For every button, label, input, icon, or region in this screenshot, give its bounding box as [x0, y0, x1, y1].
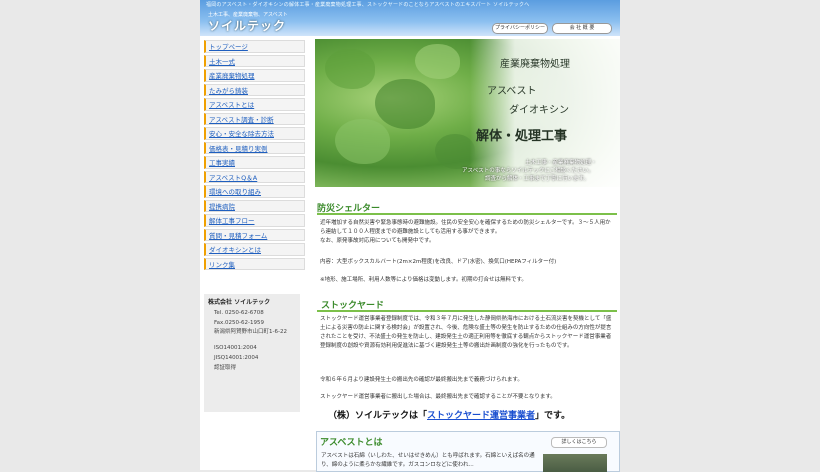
- registration-suffix: 」です。: [535, 411, 571, 421]
- sidebar-item-top[interactable]: トップページ: [204, 40, 305, 53]
- company-name: 株式会社 ソイルテック: [208, 299, 271, 306]
- site-tagline: 福岡のアスベスト・ダイオキシンの解体工事・産業廃棄物処理工事、ストックヤードのこ…: [206, 2, 530, 8]
- asbestos-image: [543, 454, 607, 472]
- hero-headline: 解体・処理工事: [476, 129, 568, 144]
- sidebar-item-qa[interactable]: アスベストQ＆A: [204, 170, 305, 183]
- sidebar-item-industrial-waste[interactable]: 産業廃棄物処理: [204, 69, 305, 82]
- hero-line-waste: 産業廃棄物処理: [500, 59, 570, 70]
- hero-sub-2: アスベストの事ならソイルテックにご相談ください。: [462, 168, 594, 174]
- asbestos-more-button[interactable]: 詳しくはこちら: [551, 437, 607, 448]
- sidebar-item-hospital[interactable]: 提携病院: [204, 199, 305, 212]
- stockyard-operator-link[interactable]: ストックヤード運営事業者: [427, 411, 535, 421]
- company-iso2: JISQ14001:2004: [214, 355, 259, 361]
- company-address: 新潟県阿賀野市山口町1-6-22: [214, 329, 287, 335]
- stockyard-registration: （株）ソイルテックは「ストックヤード運営事業者」です。: [328, 408, 570, 421]
- hero-line-dioxin: ダイオキシン: [509, 105, 569, 116]
- site-logo[interactable]: ソイルテック: [208, 17, 286, 34]
- sidebar-item-results[interactable]: 工事実績: [204, 156, 305, 169]
- sidebar-item-civil[interactable]: 土木一式: [204, 54, 305, 67]
- sidebar-item-inquiry-form[interactable]: 質問・見積フォーム: [204, 228, 305, 241]
- stockyard-text-3: ストックヤード運営事業者に搬出した場合は、最終搬出先まで確認することが不要となり…: [320, 394, 556, 400]
- stockyard-title: ストックヤード: [317, 298, 617, 312]
- hero-sub-3: 調査から解体・工事まで丁寧に行います。: [485, 176, 589, 182]
- sidebar-item-price[interactable]: 価格表・見積り実例: [204, 141, 305, 154]
- sidebar-item-environment[interactable]: 環境への取り組み: [204, 185, 305, 198]
- shelter-text-2: なお、原発事故対応用についても開発中です。: [320, 238, 435, 244]
- company-iso1: ISO14001:2004: [214, 345, 257, 351]
- shelter-text-3: 内容：大型ボックスカルバート(2m×2m程度)を改良、ドア(水密)、換気口(HE…: [320, 259, 557, 265]
- asbestos-section: アスベストとは 詳しくはこちら アスベストは石綿（いしわた、せいはせきめん）とも…: [316, 431, 620, 472]
- sidebar-nav: トップページ 土木一式 産業廃棄物処理 たみがら鋳装 アスベストとは アスベスト…: [204, 40, 305, 272]
- stockyard-text-1: ストックヤード運営事業者登録制度では、令和３年７月に発生した静岡県熱海市における…: [320, 316, 612, 349]
- shelter-text-4: ※地形、施工場所、利用人数等により価格は変動します。初期の打合せは無料です。: [320, 277, 527, 283]
- stockyard-text-2: 令和６年６月より建設発生土の搬出先の確認が最終搬出先まで義務づけられます。: [320, 377, 523, 383]
- hero-sub-1: 土木工事・産業廃棄物処理・: [525, 160, 597, 166]
- sidebar-item-about-asbestos[interactable]: アスベストとは: [204, 98, 305, 111]
- sidebar-item-removal-method[interactable]: 安心・安全な除去方法: [204, 127, 305, 140]
- shelter-text-1: 近年増加する自然災害や緊急事態時の避難施設。住民の安全安心を確保するための防災シ…: [320, 220, 611, 235]
- registration-prefix: （株）ソイルテックは「: [328, 411, 428, 421]
- sidebar-item-paving[interactable]: たみがら鋳装: [204, 83, 305, 96]
- hero-line-asbestos: アスベスト: [487, 86, 537, 97]
- company-cert: 認証取得: [214, 365, 237, 371]
- privacy-policy-button[interactable]: プライバシーポリシー: [492, 23, 548, 34]
- company-tel: Tel. 0250-62-6708: [214, 310, 264, 316]
- shelter-title: 防災シェルター: [317, 201, 617, 215]
- page: 福岡のアスベスト・ダイオキシンの解体工事・産業廃棄物処理工事、ストックヤードのこ…: [200, 0, 620, 472]
- asbestos-title: アスベストとは: [320, 438, 383, 448]
- site-header: 福岡のアスベスト・ダイオキシンの解体工事・産業廃棄物処理工事、ストックヤードのこ…: [200, 0, 620, 36]
- sidebar-item-about-dioxin[interactable]: ダイオキシンとは: [204, 243, 305, 256]
- company-info: 株式会社 ソイルテック Tel. 0250-62-6708 Fax.0250-6…: [204, 294, 300, 412]
- sidebar-item-links[interactable]: リンク集: [204, 257, 305, 270]
- hero-banner: 産業廃棄物処理 アスベスト ダイオキシン 解体・処理工事 土木工事・産業廃棄物処…: [315, 39, 620, 187]
- sidebar-item-demolition-flow[interactable]: 解体工事フロー: [204, 214, 305, 227]
- company-fax: Fax.0250-62-1959: [214, 320, 264, 326]
- asbestos-text: アスベストは石綿（いしわた、せいはせきめん）とも呼ばれます。石綿といえば名の通り…: [321, 453, 535, 468]
- sidebar-item-asbestos-survey[interactable]: アスベスト調査・診断: [204, 112, 305, 125]
- company-profile-button[interactable]: 会 社 概 要: [552, 23, 612, 34]
